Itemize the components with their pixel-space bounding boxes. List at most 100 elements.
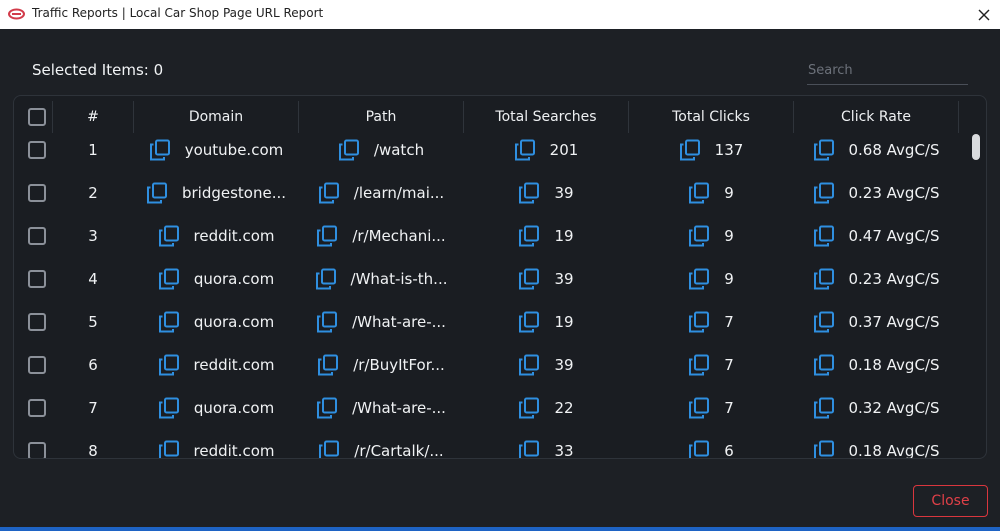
copy-icon[interactable] (688, 397, 710, 419)
row-checkbox[interactable] (28, 184, 46, 202)
copy-icon[interactable] (688, 182, 710, 204)
copy-icon[interactable] (813, 397, 835, 419)
copy-icon[interactable] (158, 225, 180, 247)
scrollbar-thumb[interactable] (972, 134, 980, 160)
rate-text: 0.23 AvgC/S (848, 270, 940, 288)
copy-icon[interactable] (158, 311, 180, 333)
row-checkbox[interactable] (28, 227, 46, 245)
searches-text: 201 (549, 141, 579, 159)
copy-icon[interactable] (688, 268, 710, 290)
copy-icon[interactable] (688, 354, 710, 376)
row-checkbox[interactable] (28, 313, 46, 331)
column-header-domain[interactable]: Domain (134, 96, 298, 138)
row-checkbox[interactable] (28, 270, 46, 288)
row-checkbox[interactable] (28, 141, 46, 159)
column-divider (958, 101, 959, 133)
copy-icon[interactable] (688, 440, 710, 459)
table-row[interactable]: 7 quora.com /What-are-... 22 7 0.32 AvgC… (14, 396, 986, 439)
copy-icon[interactable] (158, 354, 180, 376)
copy-icon[interactable] (316, 397, 338, 419)
copy-icon[interactable] (813, 440, 835, 459)
copy-icon[interactable] (316, 225, 338, 247)
copy-icon[interactable] (518, 225, 540, 247)
copy-icon[interactable] (813, 311, 835, 333)
copy-icon[interactable] (688, 225, 710, 247)
domain-text: reddit.com (193, 227, 275, 245)
total-searches-cell: 19 (464, 310, 628, 334)
table-row[interactable]: 1 youtube.com /watch 201 137 0.68 AvgC/S (14, 138, 986, 181)
num-text: 4 (88, 270, 98, 288)
column-header-path[interactable]: Path (299, 96, 463, 138)
clicks-text: 137 (714, 141, 744, 159)
domain-text: quora.com (193, 270, 275, 288)
clicks-text: 7 (724, 399, 734, 417)
column-header-total-searches[interactable]: Total Searches (464, 96, 628, 138)
copy-icon[interactable] (813, 225, 835, 247)
column-header-number[interactable]: # (54, 96, 132, 138)
copy-icon[interactable] (518, 440, 540, 459)
copy-icon[interactable] (679, 139, 701, 161)
close-button[interactable]: Close (913, 485, 988, 517)
copy-icon[interactable] (813, 182, 835, 204)
rate-text: 0.37 AvgC/S (848, 313, 940, 331)
table-row[interactable]: 8 reddit.com /r/Cartalk/... 33 6 0.18 Av… (14, 439, 986, 459)
copy-icon[interactable] (318, 440, 340, 459)
copy-icon[interactable] (813, 354, 835, 376)
copy-icon[interactable] (813, 268, 835, 290)
table-body: 1 youtube.com /watch 201 137 0.68 AvgC/S… (14, 138, 986, 459)
total-searches-cell: 33 (464, 439, 628, 459)
row-checkbox[interactable] (28, 442, 46, 458)
domain-cell: reddit.com (134, 439, 298, 459)
copy-icon[interactable] (316, 311, 338, 333)
copy-icon[interactable] (338, 139, 360, 161)
path-text: /watch (373, 141, 425, 159)
searches-text: 19 (554, 227, 574, 245)
column-header-total-clicks[interactable]: Total Clicks (629, 96, 793, 138)
search-input[interactable] (807, 57, 968, 84)
click-rate-cell: 0.18 AvgC/S (794, 439, 958, 459)
column-header-click-rate[interactable]: Click Rate (794, 96, 958, 138)
searches-text: 22 (554, 399, 574, 417)
table-row[interactable]: 4 quora.com /What-is-th... 39 9 0.23 Avg… (14, 267, 986, 310)
copy-icon[interactable] (518, 311, 540, 333)
rate-text: 0.18 AvgC/S (848, 442, 940, 459)
copy-icon[interactable] (514, 139, 536, 161)
copy-icon[interactable] (518, 268, 540, 290)
table-scrollbar[interactable] (970, 130, 982, 458)
clicks-text: 7 (724, 313, 734, 331)
table-row[interactable]: 6 reddit.com /r/BuyItFor... 39 7 0.18 Av… (14, 353, 986, 396)
row-checkbox[interactable] (28, 399, 46, 417)
copy-icon[interactable] (688, 311, 710, 333)
searches-text: 33 (554, 442, 574, 459)
copy-icon[interactable] (518, 354, 540, 376)
copy-icon[interactable] (158, 440, 180, 459)
domain-text: reddit.com (193, 356, 275, 374)
rate-text: 0.68 AvgC/S (848, 141, 940, 159)
path-cell: /r/Cartalk/... (299, 439, 463, 459)
num-text: 3 (88, 227, 98, 245)
table-row[interactable]: 2 bridgestone... /learn/mai... 39 9 0.23… (14, 181, 986, 224)
table-row[interactable]: 5 quora.com /What-are-... 19 7 0.37 AvgC… (14, 310, 986, 353)
url-report-table: # Domain Path Total Searches Total Click… (13, 95, 987, 459)
copy-icon[interactable] (518, 182, 540, 204)
copy-icon[interactable] (318, 182, 340, 204)
copy-icon[interactable] (317, 354, 339, 376)
total-clicks-cell: 7 (629, 353, 793, 377)
rate-text: 0.23 AvgC/S (848, 184, 940, 202)
window-close-button[interactable] (968, 0, 1000, 29)
copy-icon[interactable] (518, 397, 540, 419)
copy-icon[interactable] (146, 182, 168, 204)
row-checkbox[interactable] (28, 356, 46, 374)
total-searches-cell: 22 (464, 396, 628, 420)
path-text: /What-are-... (352, 399, 446, 417)
copy-icon[interactable] (813, 139, 835, 161)
copy-icon[interactable] (158, 268, 180, 290)
domain-text: reddit.com (193, 442, 275, 459)
table-row[interactable]: 3 reddit.com /r/Mechani... 19 9 0.47 Avg… (14, 224, 986, 267)
domain-cell: reddit.com (134, 224, 298, 248)
copy-icon[interactable] (149, 139, 171, 161)
total-searches-cell: 39 (464, 353, 628, 377)
select-all-checkbox[interactable] (28, 108, 46, 126)
copy-icon[interactable] (315, 268, 337, 290)
copy-icon[interactable] (158, 397, 180, 419)
